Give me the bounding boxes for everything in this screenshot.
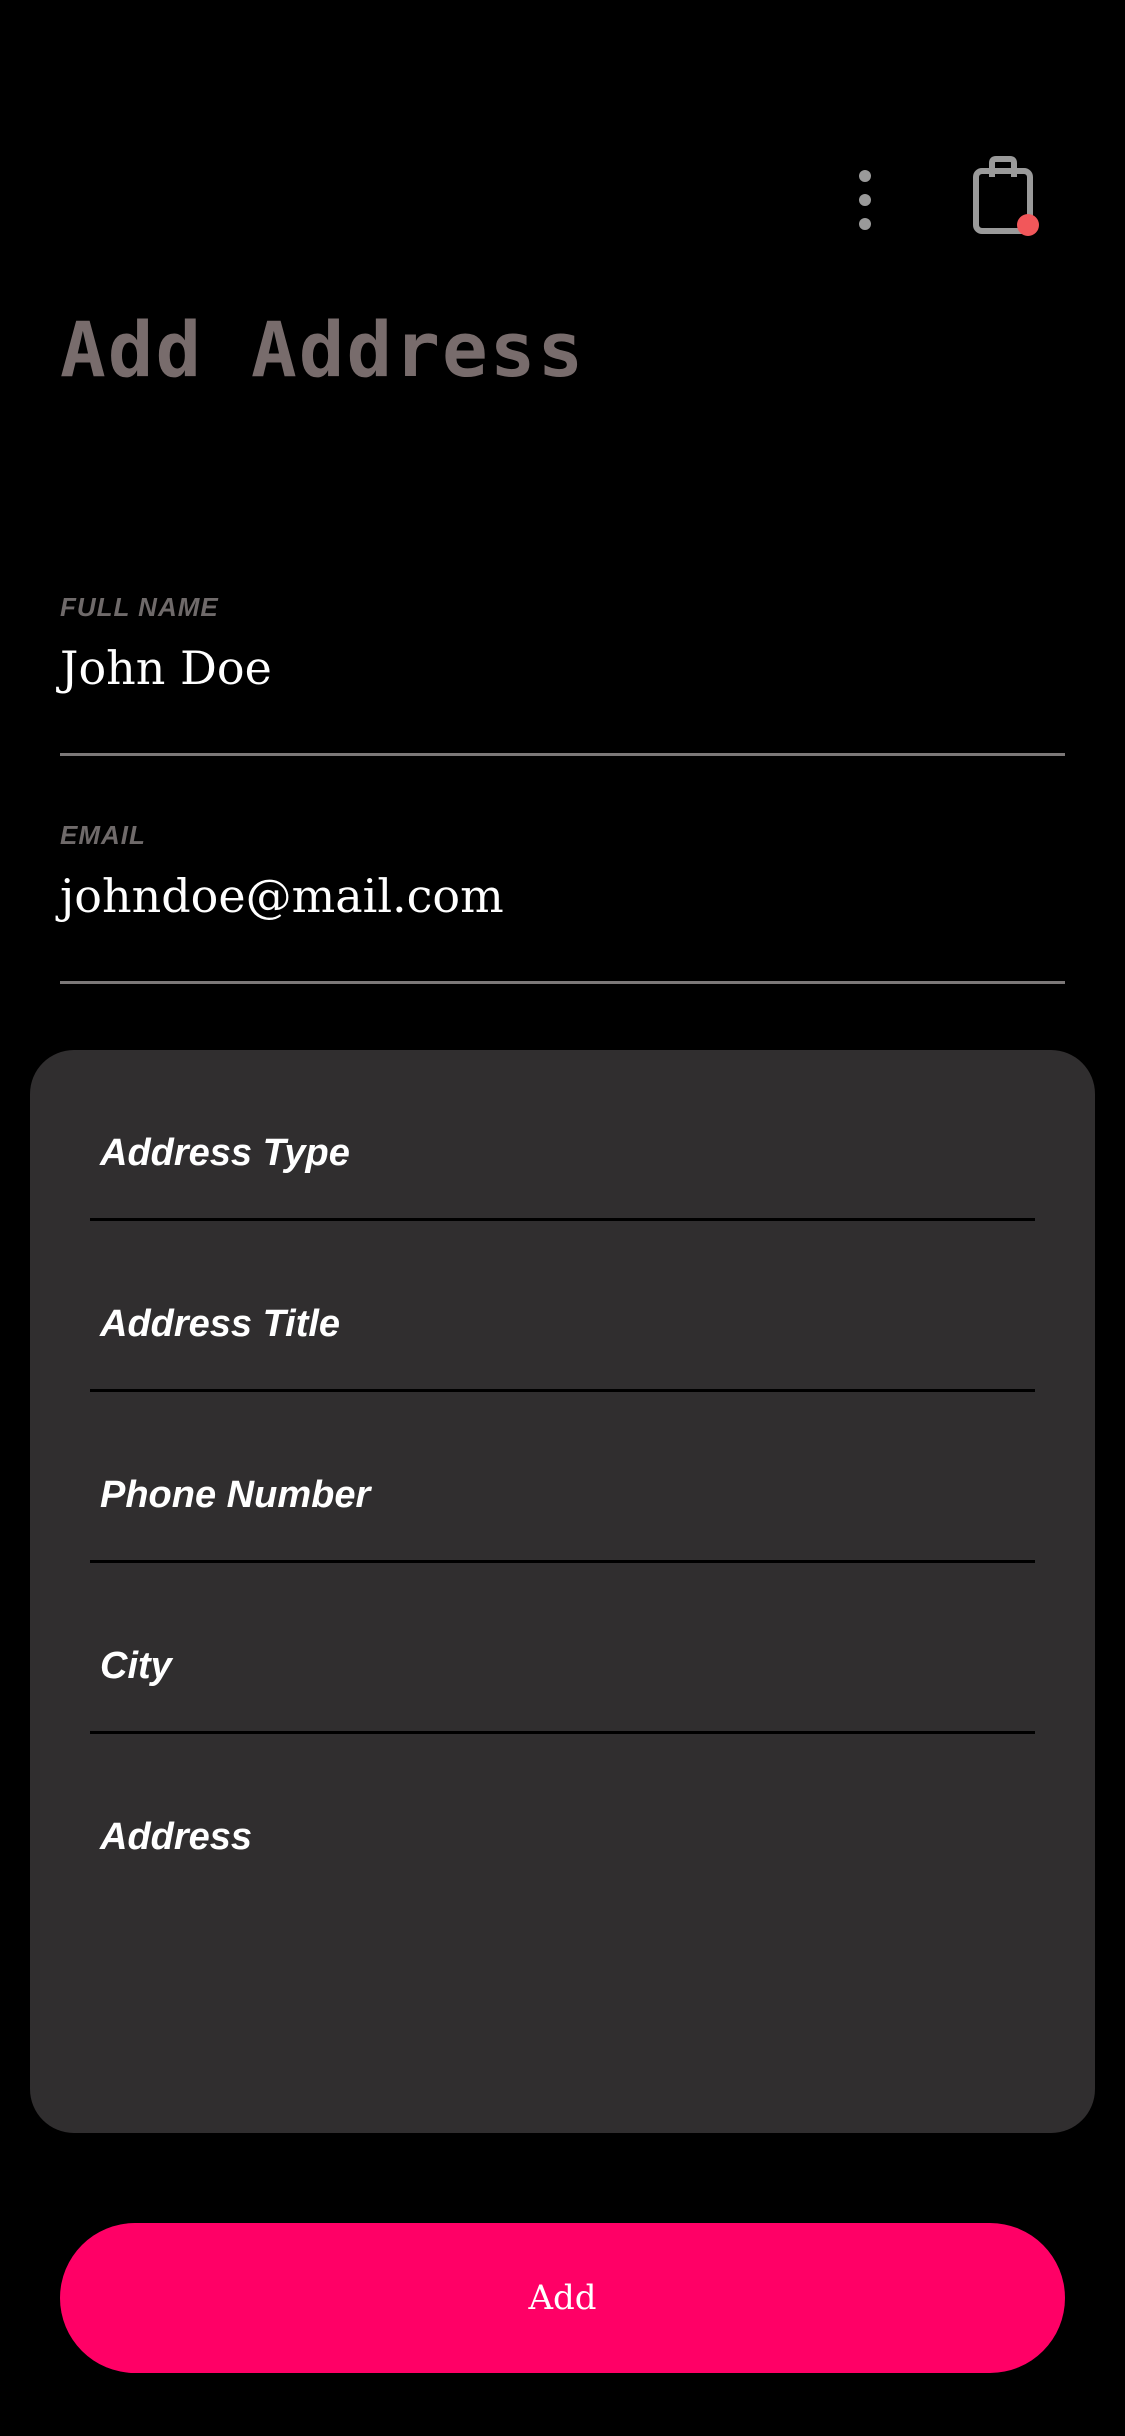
address-label: Address	[100, 1816, 253, 1858]
menu-dot	[859, 218, 871, 230]
city-label: City	[100, 1645, 172, 1687]
address-textarea[interactable]: Address	[90, 1734, 1035, 2034]
menu-dot	[859, 170, 871, 182]
phone-number-label: Phone Number	[100, 1474, 371, 1516]
city-input[interactable]: City	[90, 1563, 1035, 1734]
shopping-bag-svg	[973, 156, 1039, 236]
address-card: Address Type Address Title Phone Number …	[30, 1050, 1095, 2133]
email-field[interactable]: EMAIL johndoe@mail.com	[60, 820, 1065, 984]
add-button[interactable]: Add	[60, 2223, 1065, 2373]
address-type-label: Address Type	[100, 1132, 350, 1174]
email-label: EMAIL	[60, 820, 146, 850]
more-vertical-icon[interactable]	[845, 160, 885, 240]
full-name-field[interactable]: FULL NAME John Doe	[60, 592, 1065, 756]
phone-number-input[interactable]: Phone Number	[90, 1392, 1035, 1563]
shopping-bag-icon[interactable]	[970, 155, 1050, 245]
page-title: Add Address	[60, 305, 586, 394]
menu-dot	[859, 194, 871, 206]
address-type-input[interactable]: Address Type	[90, 1050, 1035, 1221]
full-name-label: FULL NAME	[60, 592, 219, 622]
address-title-input[interactable]: Address Title	[90, 1221, 1035, 1392]
full-name-input[interactable]: John Doe	[60, 641, 1065, 725]
address-title-label: Address Title	[100, 1303, 341, 1345]
cart-badge	[1017, 214, 1039, 236]
email-input[interactable]: johndoe@mail.com	[60, 869, 1065, 953]
